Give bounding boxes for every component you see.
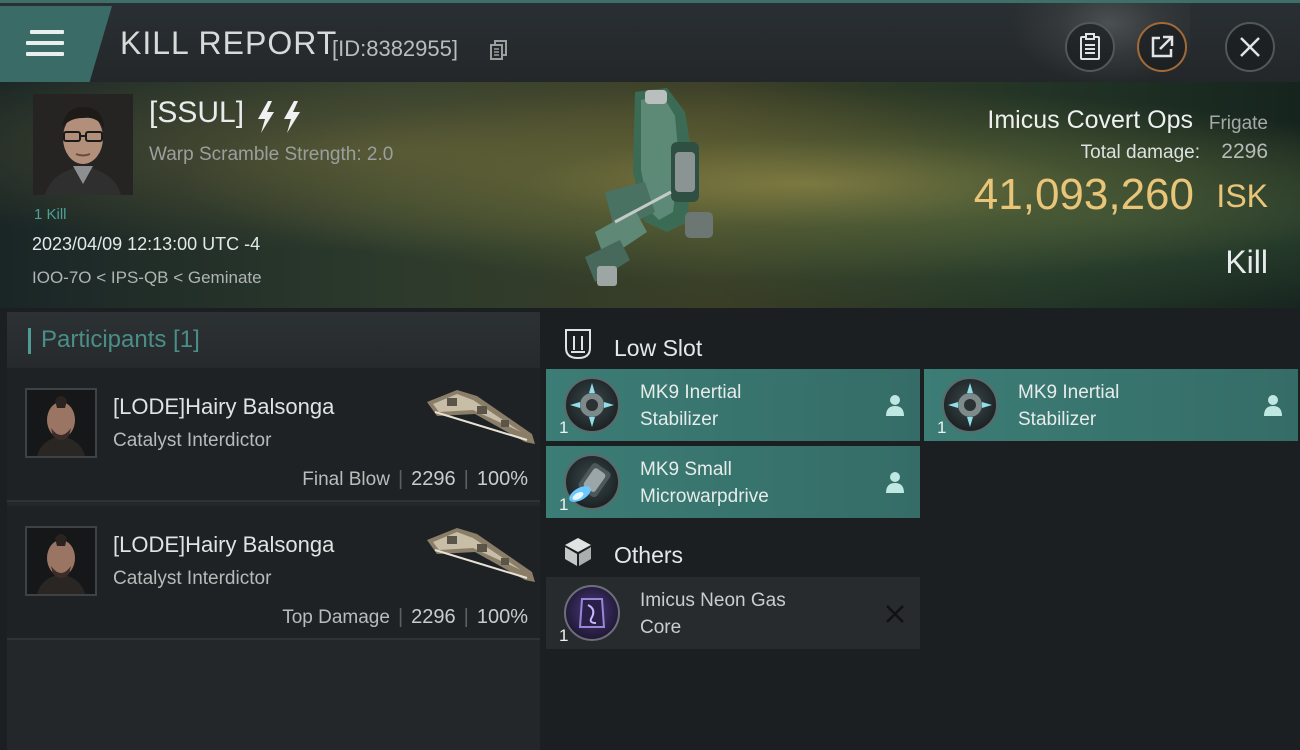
destroyed-x-icon xyxy=(886,605,904,623)
participant-role: Final Blow xyxy=(302,469,390,490)
fitting-module[interactable]: 1 MK9 Inertial Stabilizer xyxy=(924,369,1298,441)
participant-role: Top Damage xyxy=(282,607,390,628)
share-icon xyxy=(1151,35,1174,58)
participant-avatar[interactable] xyxy=(25,388,97,458)
participant-ship-image[interactable] xyxy=(417,520,542,590)
clipboard-button[interactable] xyxy=(1065,22,1115,72)
victim-ship-image[interactable] xyxy=(575,82,735,308)
victim-ship-class: Frigate xyxy=(1208,113,1268,134)
clipboard-icon xyxy=(1080,33,1100,60)
participant-row[interactable]: [LODE]Hairy Balsonga Catalyst Interdicto… xyxy=(7,506,540,640)
isk-value: 41,093,260 xyxy=(973,170,1194,219)
others-section-header: Others xyxy=(548,525,1300,575)
victim-banner: [SSUL] Warp Scramble Strength: 2.0 1 Kil… xyxy=(0,82,1300,308)
fitting-module[interactable]: 1 MK9 Small Microwarpdrive xyxy=(546,446,920,518)
item-quantity: 1 xyxy=(559,626,569,645)
participant-name[interactable]: [LODE]Hairy Balsonga xyxy=(113,394,334,420)
participant-name[interactable]: [LODE]Hairy Balsonga xyxy=(113,532,334,558)
microwarpdrive-icon xyxy=(564,454,620,510)
participant-percent: 100% xyxy=(476,468,528,490)
total-damage-value: 2296 xyxy=(1221,140,1268,163)
module-name: MK9 Inertial Stabilizer xyxy=(640,382,742,430)
participant-stats: Final Blow | 2296 | 100% xyxy=(302,468,528,490)
participant-stats: Top Damage | 2296 | 100% xyxy=(282,606,528,628)
total-damage-label: Total damage: xyxy=(1080,142,1200,163)
low-slot-icon xyxy=(565,329,591,360)
person-icon[interactable] xyxy=(884,393,906,417)
module-name: MK9 Small Microwarpdrive xyxy=(640,459,769,507)
participants-title: Participants [1] xyxy=(41,326,200,353)
low-slot-section-header: Low Slot xyxy=(548,318,1300,368)
item-name: Imicus Neon Gas Core xyxy=(640,590,786,638)
cargo-item[interactable]: 1 Imicus Neon Gas Core xyxy=(546,577,920,649)
participant-avatar[interactable] xyxy=(25,526,97,596)
participant-percent: 100% xyxy=(476,606,528,628)
module-quantity: 1 xyxy=(559,495,569,514)
person-icon[interactable] xyxy=(884,470,906,494)
participants-header: Participants [1] xyxy=(7,312,540,368)
kill-report-window: KILL REPORT [ID:8382955] [SSUL] Warp Scr… xyxy=(0,0,1300,750)
victim-portrait[interactable] xyxy=(33,94,133,195)
low-slot-label: Low Slot xyxy=(614,335,703,361)
warp-scramble-strength: Warp Scramble Strength: 2.0 xyxy=(149,144,394,165)
participant-damage: 2296 xyxy=(411,606,456,628)
menu-button[interactable] xyxy=(0,6,112,82)
kill-count: 1 Kill xyxy=(34,206,67,223)
module-quantity: 1 xyxy=(559,418,569,437)
close-button[interactable] xyxy=(1225,22,1275,72)
participant-row[interactable]: [LODE]Hairy Balsonga Catalyst Interdicto… xyxy=(7,368,540,502)
close-icon xyxy=(1240,37,1260,57)
hamburger-icon xyxy=(26,30,64,58)
inertial-stabilizer-icon xyxy=(564,377,620,433)
gas-core-icon xyxy=(564,585,620,641)
report-id: [ID:8382955] xyxy=(332,36,458,61)
copy-icon[interactable] xyxy=(490,40,508,60)
module-name: MK9 Inertial Stabilizer xyxy=(1018,382,1120,430)
person-icon[interactable] xyxy=(1262,393,1284,417)
fitting-module[interactable]: 1 MK9 Inertial Stabilizer xyxy=(546,369,920,441)
share-button[interactable] xyxy=(1137,22,1187,72)
participant-ship[interactable]: Catalyst Interdictor xyxy=(113,568,271,590)
victim-ship-name[interactable]: Imicus Covert Ops xyxy=(987,106,1193,135)
kill-location[interactable]: IOO-7O < IPS-QB < Geminate xyxy=(32,268,262,288)
kill-datetime: 2023/04/09 12:13:00 UTC -4 xyxy=(32,234,261,254)
result-label: Kill xyxy=(1225,244,1268,280)
module-quantity: 1 xyxy=(937,418,947,437)
others-label: Others xyxy=(614,542,684,568)
page-title: KILL REPORT xyxy=(120,25,338,61)
participant-damage: 2296 xyxy=(411,468,456,490)
participant-ship[interactable]: Catalyst Interdictor xyxy=(113,430,271,452)
inertial-stabilizer-icon xyxy=(942,377,998,433)
participants-panel: Participants [1] [LODE]Hairy Balsonga Ca… xyxy=(7,312,540,750)
victim-corp[interactable]: [SSUL] xyxy=(149,96,244,130)
fittings-panel: Low Slot 1 MK9 Inertial Stabilizer 1 MK9… xyxy=(540,308,1300,750)
title-bar: KILL REPORT [ID:8382955] xyxy=(0,0,1300,85)
lightning-icon xyxy=(258,101,300,133)
cube-icon xyxy=(565,538,591,566)
isk-unit: ISK xyxy=(1216,178,1268,214)
participant-ship-image[interactable] xyxy=(417,382,542,452)
